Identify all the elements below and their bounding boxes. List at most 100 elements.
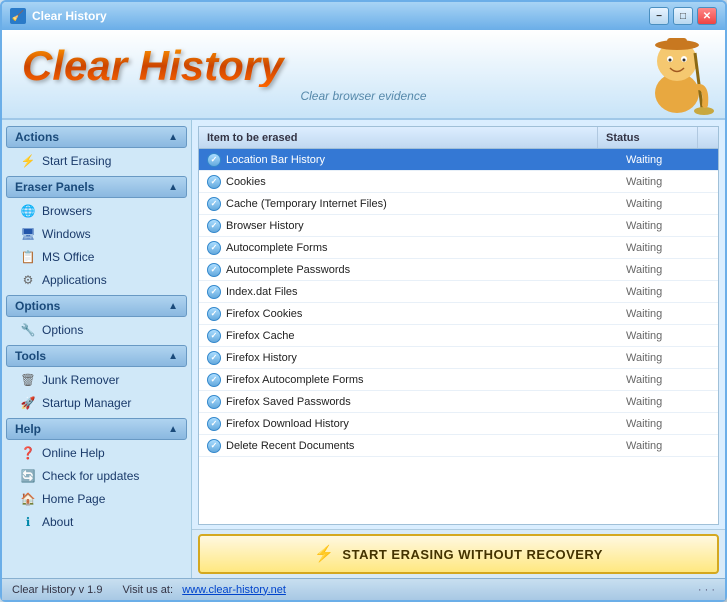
- table-row[interactable]: Firefox History Waiting: [199, 347, 718, 369]
- sidebar-item-junk-remover[interactable]: 🗑 Junk Remover: [6, 369, 187, 391]
- about-icon: ℹ: [20, 514, 36, 530]
- sidebar-item-label: Start Erasing: [42, 154, 111, 168]
- titlebar-left: 🧹 Clear History: [10, 8, 107, 24]
- junk-remover-icon: 🗑: [20, 372, 36, 388]
- status-cell: Waiting: [618, 237, 718, 258]
- sidebar-item-label: Online Help: [42, 446, 105, 460]
- app-subtitle: Clear browser evidence: [22, 89, 705, 103]
- item-cell: Firefox Cookies: [199, 303, 618, 324]
- item-name: Browser History: [226, 220, 304, 232]
- sidebar-item-check-updates[interactable]: 🔄 Check for updates: [6, 465, 187, 487]
- item-name: Cache (Temporary Internet Files): [226, 198, 387, 210]
- status-cell: Waiting: [618, 149, 718, 170]
- status-cell: Waiting: [618, 325, 718, 346]
- sidebar-item-start-erasing[interactable]: ⚡ Start Erasing: [6, 150, 187, 172]
- sidebar-item-windows[interactable]: 🖥 Windows: [6, 223, 187, 245]
- lightning-icon: ⚡: [314, 544, 334, 564]
- column-header-item: Item to be erased: [199, 127, 598, 148]
- table-row[interactable]: Index.dat FilesWaiting: [199, 281, 718, 303]
- chevron-options-icon: ▲: [168, 301, 178, 312]
- table-row[interactable]: Autocomplete FormsWaiting: [199, 237, 718, 259]
- status-cell: Waiting: [618, 259, 718, 280]
- row-checkbox-icon: [207, 153, 221, 167]
- website-link[interactable]: www.clear-history.net: [182, 584, 286, 596]
- sidebar-item-online-help[interactable]: ❓ Online Help: [6, 442, 187, 464]
- table-row[interactable]: Browser HistoryWaiting: [199, 215, 718, 237]
- start-erasing-button[interactable]: ⚡ START ERASING WITHOUT RECOVERY: [198, 534, 719, 574]
- table-row[interactable]: Firefox CookiesWaiting: [199, 303, 718, 325]
- table-row[interactable]: Cache (Temporary Internet Files)Waiting: [199, 193, 718, 215]
- item-cell: Firefox History: [199, 347, 618, 368]
- sidebar-item-about[interactable]: ℹ About: [6, 511, 187, 533]
- table-row[interactable]: Delete Recent DocumentsWaiting: [199, 435, 718, 457]
- applications-icon: ⚙: [20, 272, 36, 288]
- table-row[interactable]: Firefox Saved PasswordsWaiting: [199, 391, 718, 413]
- main-window: 🧹 Clear History − □ ✕ Clear History Clea…: [0, 0, 727, 602]
- status-cell: Waiting: [618, 369, 718, 390]
- item-name: Firefox History: [226, 352, 297, 364]
- table-body[interactable]: Location Bar History Waiting Cookies Waitin…: [199, 149, 718, 524]
- item-name: Delete Recent Documents: [226, 440, 354, 452]
- home-page-icon: 🏠: [20, 491, 36, 507]
- chevron-tools-icon: ▲: [168, 351, 178, 362]
- item-cell: Autocomplete Passwords: [199, 259, 618, 280]
- section-header-actions[interactable]: Actions ▲: [6, 126, 187, 148]
- online-help-icon: ❓: [20, 445, 36, 461]
- sidebar-item-startup-manager[interactable]: 🚀 Startup Manager: [6, 392, 187, 414]
- sidebar-item-home-page[interactable]: 🏠 Home Page: [6, 488, 187, 510]
- table-row[interactable]: Autocomplete PasswordsWaiting: [199, 259, 718, 281]
- chevron-help-icon: ▲: [168, 424, 178, 435]
- version-label: Clear History v 1.9: [12, 584, 102, 596]
- status-cell: Waiting: [618, 303, 718, 324]
- sidebar-item-ms-office[interactable]: 📋 MS Office: [6, 246, 187, 268]
- sidebar-section-actions: Actions ▲ ⚡ Start Erasing: [6, 126, 187, 172]
- table-row[interactable]: Firefox CacheWaiting: [199, 325, 718, 347]
- sidebar-item-label: Check for updates: [42, 469, 139, 483]
- sidebar: Actions ▲ ⚡ Start Erasing Eraser Panels …: [2, 120, 192, 578]
- minimize-button[interactable]: −: [649, 7, 669, 25]
- section-header-help[interactable]: Help ▲: [6, 418, 187, 440]
- section-header-tools[interactable]: Tools ▲: [6, 345, 187, 367]
- start-erasing-icon: ⚡: [20, 153, 36, 169]
- close-button[interactable]: ✕: [697, 7, 717, 25]
- section-header-options[interactable]: Options ▲: [6, 295, 187, 317]
- row-checkbox-icon: [207, 263, 221, 277]
- sidebar-item-browsers[interactable]: 🌐 Browsers: [6, 200, 187, 222]
- item-name: Location Bar History: [226, 154, 325, 166]
- window-title: Clear History: [32, 9, 107, 23]
- titlebar-buttons: − □ ✕: [649, 7, 717, 25]
- item-cell: Firefox Cache: [199, 325, 618, 346]
- chevron-eraser-panels-icon: ▲: [168, 182, 178, 193]
- item-cell: Firefox Download History: [199, 413, 618, 434]
- status-cell: Waiting: [618, 171, 718, 192]
- browsers-icon: 🌐: [20, 203, 36, 219]
- app-title: Clear History: [22, 45, 705, 87]
- table-row[interactable]: Firefox Download HistoryWaiting: [199, 413, 718, 435]
- sidebar-item-label: Browsers: [42, 204, 92, 218]
- sidebar-item-options[interactable]: 🔧 Options: [6, 319, 187, 341]
- table-row[interactable]: Firefox Autocomplete Forms Waiting: [199, 369, 718, 391]
- item-cell: Cache (Temporary Internet Files): [199, 193, 618, 214]
- section-title-tools: Tools: [15, 349, 46, 363]
- mascot: [637, 33, 717, 118]
- row-checkbox-icon: [207, 351, 221, 365]
- sidebar-item-label: MS Office: [42, 250, 94, 264]
- item-name: Firefox Autocomplete Forms: [226, 374, 364, 386]
- table-row[interactable]: Location Bar History Waiting: [199, 149, 718, 171]
- item-name: Firefox Saved Passwords: [226, 396, 351, 408]
- section-header-eraser-panels[interactable]: Eraser Panels ▲: [6, 176, 187, 198]
- row-checkbox-icon: [207, 417, 221, 431]
- table-row[interactable]: Cookies Waiting: [199, 171, 718, 193]
- row-checkbox-icon: [207, 329, 221, 343]
- maximize-button[interactable]: □: [673, 7, 693, 25]
- item-name: Cookies: [226, 176, 266, 188]
- items-table: Item to be erased Status Location Bar Hi…: [198, 126, 719, 525]
- row-checkbox-icon: [207, 197, 221, 211]
- ms-office-icon: 📋: [20, 249, 36, 265]
- startup-manager-icon: 🚀: [20, 395, 36, 411]
- status-cell: Waiting: [618, 347, 718, 368]
- sidebar-item-label: About: [42, 515, 73, 529]
- status-cell: Waiting: [618, 413, 718, 434]
- sidebar-item-applications[interactable]: ⚙ Applications: [6, 269, 187, 291]
- item-cell: Cookies: [199, 171, 618, 192]
